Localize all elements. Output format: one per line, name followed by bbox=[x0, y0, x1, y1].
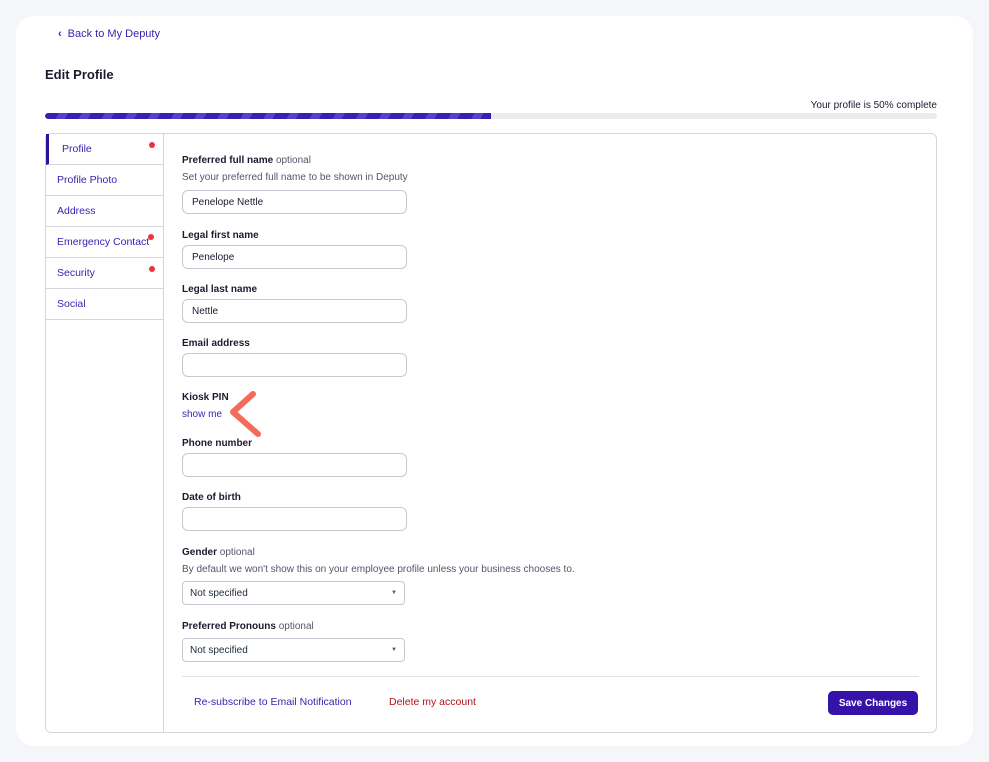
profile-panel: Profile Profile Photo Address Emergency … bbox=[45, 133, 937, 733]
preferred-name-field: Preferred full name optional Set your pr… bbox=[182, 155, 408, 214]
progress-bar bbox=[45, 113, 937, 119]
email-field: Email address bbox=[182, 338, 407, 377]
page-title: Edit Profile bbox=[45, 67, 114, 82]
phone-label: Phone number bbox=[182, 438, 253, 449]
label-text: Gender bbox=[182, 547, 218, 558]
kiosk-pin-label: Kiosk PIN bbox=[182, 392, 229, 403]
label-text: Preferred full name bbox=[182, 155, 274, 166]
sidebar-item-label: Social bbox=[57, 298, 86, 310]
gender-help: By default we won't show this on your em… bbox=[182, 564, 575, 575]
alert-dot-icon bbox=[149, 142, 155, 148]
preferred-name-input[interactable]: Penelope Nettle bbox=[182, 190, 407, 214]
first-name-field: Legal first name Penelope bbox=[182, 230, 407, 269]
pronouns-select[interactable]: Not specified ▼ bbox=[182, 638, 405, 662]
last-name-field: Legal last name Nettle bbox=[182, 284, 407, 323]
gender-select[interactable]: Not specified ▼ bbox=[182, 581, 405, 605]
optional-tag: optional bbox=[278, 621, 314, 632]
chevron-left-icon: ‹ bbox=[58, 28, 62, 40]
email-input[interactable] bbox=[182, 353, 407, 377]
sidebar-item-address[interactable]: Address bbox=[46, 196, 163, 227]
resubscribe-link[interactable]: Re-subscribe to Email Notification bbox=[194, 696, 352, 708]
show-pin-link[interactable]: show me bbox=[182, 409, 222, 420]
sidebar-item-profile[interactable]: Profile bbox=[46, 134, 163, 165]
sidebar-item-label: Emergency Contact bbox=[57, 236, 150, 248]
sidebar-item-label: Address bbox=[57, 205, 96, 217]
sidebar-item-emergency-contact[interactable]: Emergency Contact bbox=[46, 227, 163, 258]
sidebar-item-security[interactable]: Security bbox=[46, 258, 163, 289]
footer-divider bbox=[182, 676, 919, 677]
sidebar-item-label: Profile Photo bbox=[57, 174, 118, 186]
gender-label: Gender optional bbox=[182, 547, 575, 558]
pronouns-field: Preferred Pronouns optional Not specifie… bbox=[182, 621, 405, 662]
dob-input[interactable] bbox=[182, 507, 407, 531]
delete-account-link[interactable]: Delete my account bbox=[389, 696, 476, 708]
label-text: Preferred Pronouns bbox=[182, 621, 276, 632]
gender-value: Not specified bbox=[190, 587, 248, 599]
phone-input[interactable] bbox=[182, 453, 407, 477]
sidebar-item-profile-photo[interactable]: Profile Photo bbox=[46, 165, 163, 196]
gender-field: Gender optional By default we won't show… bbox=[182, 547, 575, 605]
phone-field: Phone number bbox=[182, 438, 407, 477]
sidebar-item-label: Security bbox=[57, 267, 95, 279]
back-link-label: Back to My Deputy bbox=[67, 28, 160, 40]
progress-label: Your profile is 50% complete bbox=[810, 100, 937, 111]
annotation-arrow-icon bbox=[230, 391, 261, 437]
last-name-input[interactable]: Nettle bbox=[182, 299, 407, 323]
caret-down-icon: ▼ bbox=[391, 590, 397, 596]
last-name-label: Legal last name bbox=[182, 284, 258, 295]
dob-field: Date of birth bbox=[182, 492, 407, 531]
save-changes-button[interactable]: Save Changes bbox=[828, 691, 918, 715]
sidebar-nav: Profile Profile Photo Address Emergency … bbox=[46, 134, 164, 732]
pronouns-label: Preferred Pronouns optional bbox=[182, 621, 405, 632]
preferred-name-label: Preferred full name optional bbox=[182, 155, 408, 166]
optional-tag: optional bbox=[275, 155, 311, 166]
first-name-input[interactable]: Penelope bbox=[182, 245, 407, 269]
alert-dot-icon bbox=[149, 266, 155, 272]
progress-fill bbox=[45, 113, 491, 119]
sidebar-item-label: Profile bbox=[62, 143, 92, 155]
preferred-name-help: Set your preferred full name to be shown… bbox=[182, 172, 408, 183]
first-name-label: Legal first name bbox=[182, 230, 259, 241]
dob-label: Date of birth bbox=[182, 492, 241, 503]
caret-down-icon: ▼ bbox=[391, 647, 397, 653]
pronouns-value: Not specified bbox=[190, 644, 248, 656]
sidebar-item-social[interactable]: Social bbox=[46, 289, 163, 320]
email-label: Email address bbox=[182, 338, 250, 349]
kiosk-pin-field: Kiosk PIN show me bbox=[182, 392, 229, 422]
optional-tag: optional bbox=[219, 547, 255, 558]
back-link[interactable]: ‹ Back to My Deputy bbox=[58, 28, 160, 40]
alert-dot-icon bbox=[148, 234, 154, 240]
